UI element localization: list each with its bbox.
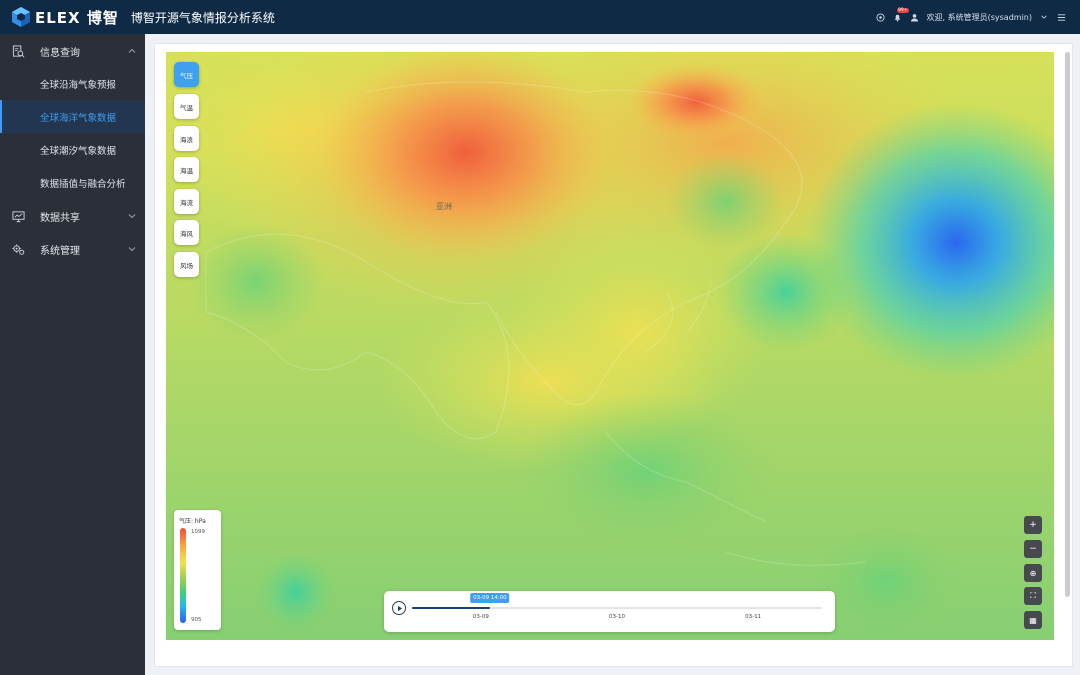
legend-title: 气压: hPa	[179, 518, 206, 525]
legend-min-value: 905	[191, 617, 202, 623]
search-doc-icon	[11, 44, 25, 58]
top-header: ELEX 博智 博智开源气象情报分析系统 99+ 欢迎, 系统管理员(sysad…	[0, 0, 1080, 34]
layer-button-sea-temp[interactable]: 海温	[174, 157, 199, 182]
settings-circle-icon[interactable]	[876, 12, 886, 22]
bell-icon[interactable]: 99+	[893, 8, 909, 22]
sidebar-item-tide-weather[interactable]: 全球潮汐气象数据	[0, 133, 145, 166]
brand-name: ELEX 博智	[35, 8, 119, 27]
notification-badge: 99+	[897, 8, 909, 13]
nav-group-info-query[interactable]: 信息查询	[0, 35, 145, 67]
menu-icon[interactable]	[1056, 12, 1066, 22]
sidebar-item-coastal-forecast[interactable]: 全球沿海气象预报	[0, 67, 145, 100]
sidebar-item-ocean-weather[interactable]: 全球海洋气象数据	[0, 100, 145, 133]
layer-button-wind-field[interactable]: 风场	[174, 252, 199, 277]
pressure-heatmap	[166, 52, 1054, 640]
chevron-down-icon	[127, 211, 137, 221]
header-actions: 99+ 欢迎, 系统管理员(sysadmin)	[876, 0, 1066, 34]
layer-button-current[interactable]: 海流	[174, 189, 199, 214]
grid-icon[interactable]: ▦	[1024, 611, 1042, 629]
zoom-out-icon[interactable]: −	[1024, 540, 1042, 558]
nav-group-label: 信息查询	[40, 47, 80, 59]
map-region-label: 亚洲	[436, 202, 452, 211]
nav-group-label: 数据共享	[40, 212, 80, 224]
nav-group-system-admin[interactable]: 系统管理	[0, 233, 145, 265]
app-logo: ELEX 博智	[0, 0, 119, 34]
timeline-player: 03-09 14:00 03-09 03-10 03-11	[384, 591, 835, 632]
weather-map[interactable]	[166, 52, 1054, 640]
layer-button-pressure[interactable]: 气压	[174, 62, 199, 87]
locate-icon[interactable]: ⊕	[1024, 564, 1042, 582]
play-icon	[397, 605, 402, 611]
timeline-tick-label[interactable]: 03-09	[473, 614, 489, 620]
chevron-down-icon[interactable]	[1039, 12, 1049, 22]
play-button[interactable]	[392, 601, 406, 615]
pressure-legend: 气压: hPa 1099 905	[174, 510, 221, 630]
sidebar: 信息查询 全球沿海气象预报 全球海洋气象数据 全球潮汐气象数据 数据插值与融合分…	[0, 34, 145, 675]
chevron-down-icon	[127, 244, 137, 254]
nav-group-label: 系统管理	[40, 245, 80, 257]
user-icon	[910, 12, 920, 22]
timeline-tick-label[interactable]: 03-11	[745, 614, 761, 620]
app-title: 博智开源气象情报分析系统	[130, 10, 275, 25]
legend-max-value: 1099	[191, 529, 205, 535]
monitor-chart-icon	[11, 209, 25, 223]
zoom-in-icon[interactable]: +	[1024, 516, 1042, 534]
timeline-progress	[412, 607, 490, 609]
fullscreen-icon[interactable]: ⛶	[1024, 587, 1042, 605]
cube-logo-icon	[10, 6, 32, 28]
layer-button-sea-wind[interactable]: 海风	[174, 220, 199, 245]
nav-group-data-sharing[interactable]: 数据共享	[0, 200, 145, 232]
current-time-tooltip: 03-09 14:00	[470, 593, 510, 603]
chevron-up-icon	[127, 46, 137, 56]
sidebar-item-data-fusion[interactable]: 数据插值与融合分析	[0, 166, 145, 199]
legend-color-bar	[180, 528, 186, 623]
welcome-user-text[interactable]: 欢迎, 系统管理员(sysadmin)	[927, 12, 1032, 23]
gears-icon	[11, 242, 25, 256]
timeline-track[interactable]	[412, 607, 822, 609]
layer-button-temperature[interactable]: 气温	[174, 94, 199, 119]
scrollbar[interactable]	[1065, 52, 1070, 597]
timeline-tick-label[interactable]: 03-10	[609, 614, 625, 620]
layer-button-waves[interactable]: 海浪	[174, 126, 199, 151]
